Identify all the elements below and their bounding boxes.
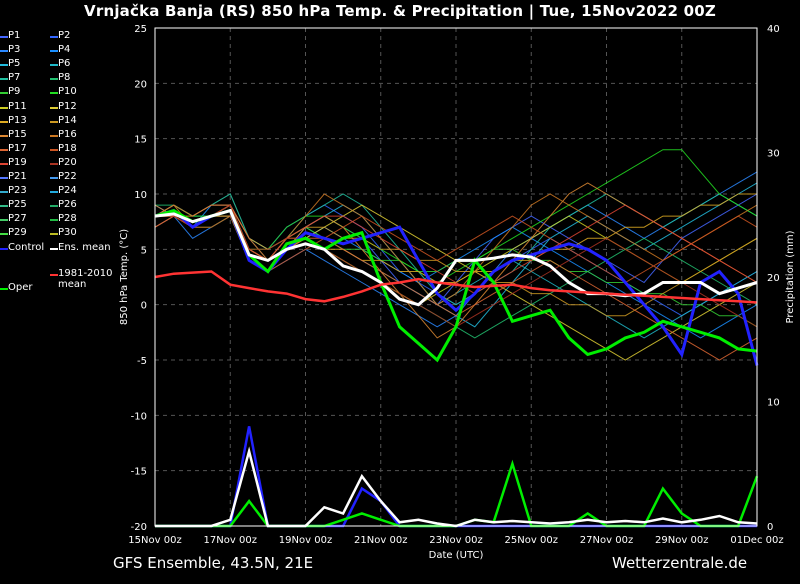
legend-swatch: [50, 148, 58, 151]
y2-tick-label: 0: [767, 522, 773, 533]
legend-label: P12: [58, 100, 77, 112]
legend-label: P28: [58, 213, 77, 225]
legend-swatch: [50, 233, 58, 236]
legend-label: Ens. mean: [58, 242, 111, 253]
x-tick-label: 17Nov 00z: [204, 535, 257, 546]
legend-label: P2: [58, 30, 71, 41]
legend-swatch: [0, 177, 8, 179]
legend-label: P7: [8, 72, 21, 84]
y-tick-label: -10: [131, 411, 147, 422]
legend-label: P17: [8, 142, 27, 154]
y2-tick-label: 10: [767, 398, 780, 409]
legend-label: P8: [58, 72, 71, 84]
legend-label: P6: [58, 58, 71, 70]
legend-label: P30: [58, 227, 77, 239]
legend-label: P3: [8, 44, 21, 56]
x-tick-label: 27Nov 00z: [580, 535, 633, 546]
y-tick-label: 20: [134, 79, 147, 90]
legend-label: P13: [8, 114, 27, 126]
legend-swatch: [50, 274, 58, 276]
legend-label: P25: [8, 199, 27, 211]
legend-label: P24: [58, 185, 77, 197]
y-tick-label: 5: [141, 245, 147, 256]
y2-tick-label: 20: [767, 273, 780, 284]
model-label: GFS Ensemble, 43.5N, 21E: [113, 554, 314, 572]
legend-swatch: [50, 191, 58, 194]
legend-label: P1: [8, 30, 21, 41]
x-tick-label: 23Nov 00z: [429, 535, 482, 546]
legend-swatch: [50, 120, 58, 123]
y2-axis-label: Precipitation (mm): [785, 230, 796, 323]
y-tick-label: -15: [131, 467, 147, 478]
legend-swatch: [50, 162, 58, 165]
legend-swatch: [50, 248, 58, 250]
legend-swatch: [50, 177, 58, 179]
legend-label: 1981-2010 mean: [58, 268, 113, 290]
y-tick-label: 10: [134, 190, 147, 201]
legend-swatch: [50, 92, 58, 95]
legend-swatch: [0, 162, 8, 165]
legend-swatch: [50, 78, 58, 81]
legend-label: P15: [8, 128, 27, 140]
legend-label: P5: [8, 58, 21, 70]
legend-label: P9: [8, 86, 21, 98]
y-tick-label: -20: [131, 522, 147, 533]
legend-label: P20: [58, 156, 77, 168]
legend-label: P11: [8, 100, 27, 112]
legend-swatch: [0, 134, 8, 137]
legend-label: P27: [8, 213, 27, 225]
legend-swatch: [50, 219, 58, 222]
legend-swatch: [0, 64, 8, 67]
x-tick-label: 15Nov 00z: [128, 535, 181, 546]
x-tick-label: 25Nov 00z: [505, 535, 558, 546]
x-tick-label: 29Nov 00z: [655, 535, 708, 546]
legend-label: Control: [8, 242, 45, 253]
y-tick-label: 0: [141, 301, 147, 312]
legend-label: P16: [58, 128, 77, 140]
x-tick-label: 01Dec 00z: [730, 535, 783, 546]
legend-swatch: [0, 106, 8, 109]
y-tick-label: 25: [134, 24, 147, 35]
legend-label: P14: [58, 114, 77, 126]
legend-label: Oper: [8, 282, 33, 293]
legend-swatch: [0, 120, 8, 123]
legend-label: P19: [8, 156, 27, 168]
legend-label: P18: [58, 142, 77, 154]
legend-swatch: [0, 148, 8, 151]
legend-swatch: [0, 50, 8, 53]
legend-swatch: [50, 36, 58, 38]
x-tick-label: 19Nov 00z: [279, 535, 332, 546]
y2-tick-label: 40: [767, 24, 780, 35]
legend-label: P26: [58, 199, 77, 211]
y-tick-label: -5: [137, 356, 147, 367]
legend-label: P29: [8, 227, 27, 239]
ensemble-chart: 25 20 15 10 5 0 -5 -10 -15 -20 40 30 20 10 0 15Nov 00z 1…: [119, 24, 796, 561]
legend-label: P10: [58, 86, 77, 98]
y-tick-label: 15: [134, 135, 147, 146]
legend-swatch: [0, 205, 8, 208]
legend-swatch: [0, 233, 8, 236]
y-axis-label: 850 hPa Temp. (°C): [119, 229, 130, 325]
y2-tick-label: 30: [767, 149, 780, 160]
legend-swatch: [0, 36, 8, 38]
legend-swatch: [0, 191, 8, 194]
legend-swatch: [50, 106, 58, 109]
legend-label: P22: [58, 171, 77, 182]
legend-swatch: [0, 248, 8, 250]
legend-swatch: [0, 92, 8, 95]
x-tick-label: 21Nov 00z: [354, 535, 407, 546]
legend-swatch: [50, 64, 58, 67]
site-label: Wetterzentrale.de: [612, 554, 748, 572]
legend-swatch: [0, 288, 8, 290]
legend-swatch: [50, 134, 58, 137]
legend-swatch: [50, 205, 58, 208]
legend-label: P23: [8, 185, 27, 197]
legend-label: P4: [58, 44, 71, 56]
legend-swatch: [0, 219, 8, 222]
legend-swatch: [0, 78, 8, 81]
legend-label: P21: [8, 171, 27, 182]
x-axis-label: Date (UTC): [429, 550, 484, 561]
legend-swatch: [50, 50, 58, 53]
